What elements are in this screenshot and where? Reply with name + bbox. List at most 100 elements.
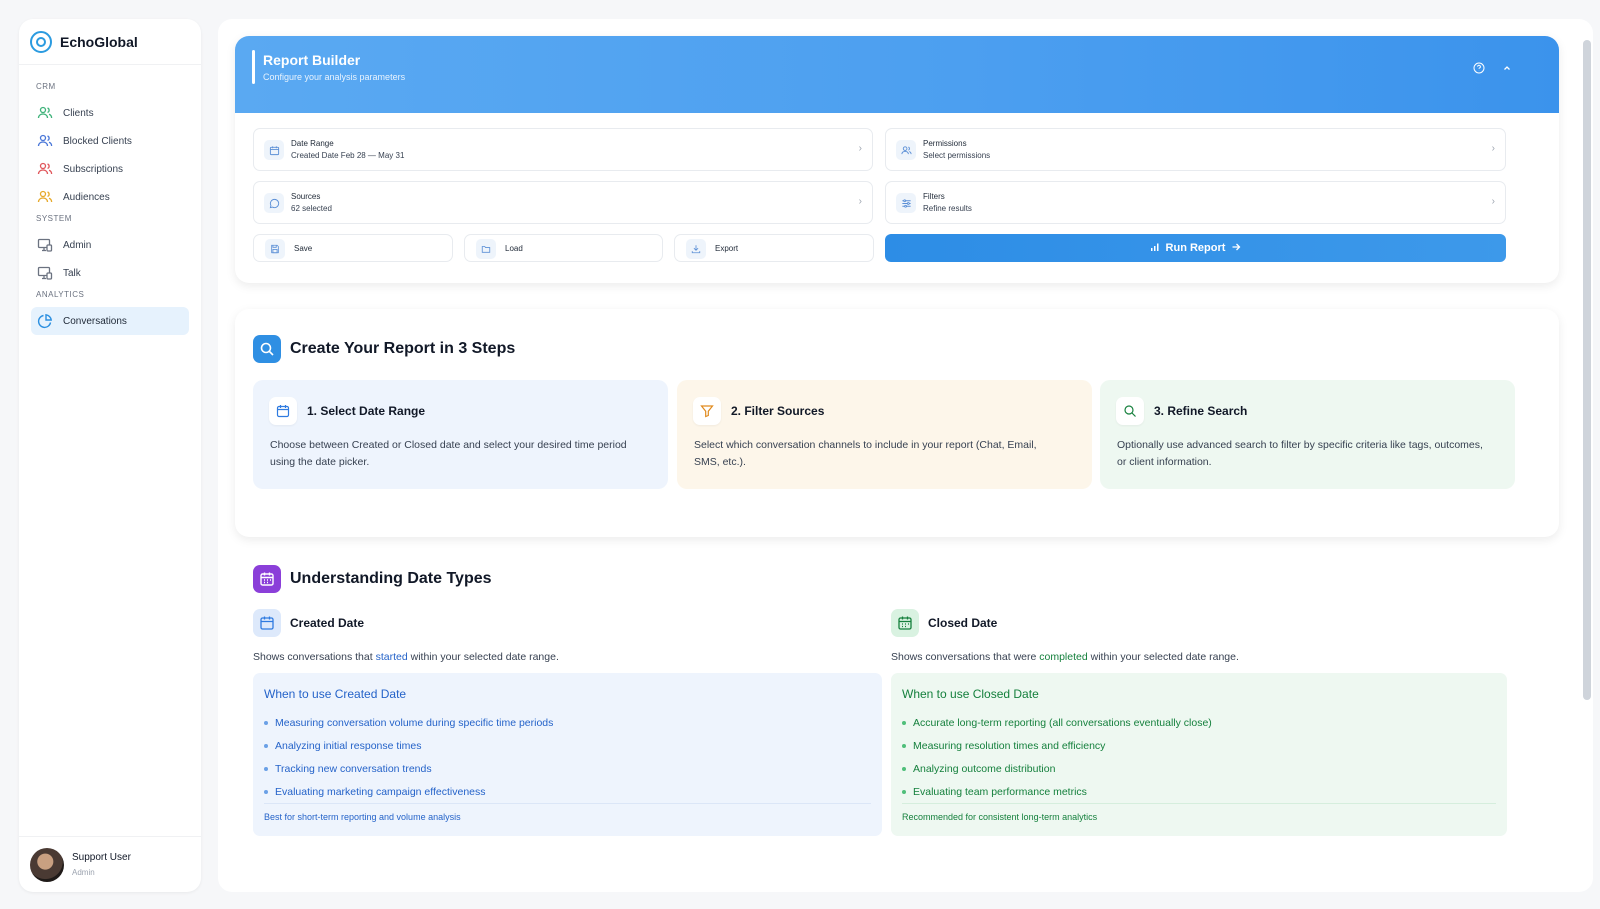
list-item-text: Evaluating team performance metrics: [913, 785, 1087, 798]
user-role: Admin: [72, 868, 95, 877]
closed-desc-prefix: Shows conversations that were: [891, 651, 1040, 663]
step-title: 1. Select Date Range: [307, 404, 426, 418]
sidebar-item-conversations[interactable]: Conversations: [31, 307, 189, 335]
run-report-label: Run Report: [1165, 242, 1226, 254]
save-label: Save: [294, 244, 313, 253]
load-button[interactable]: Load: [464, 234, 663, 262]
date-range-field[interactable]: Date Range Created Date Feb 28 — May 31 …: [253, 128, 873, 171]
user-profile[interactable]: Support User Admin: [19, 836, 201, 892]
calendar-icon: [269, 397, 297, 425]
step-description: Select which conversation channels to in…: [694, 439, 1037, 468]
date-range-value: Created Date Feb 28 — May 31: [291, 151, 405, 160]
created-date-usage-box: When to use Created Date Measuring conve…: [253, 673, 882, 836]
report-builder-title: Report Builder: [263, 52, 361, 68]
list-item: Evaluating team performance metrics: [902, 780, 1212, 803]
search-icon: [253, 335, 281, 363]
list-item-text: Accurate long-term reporting (all conver…: [913, 716, 1212, 729]
step-card-refine-search: 3. Refine Search Optionally use advanced…: [1100, 380, 1515, 489]
list-item: Measuring resolution times and efficienc…: [902, 734, 1212, 757]
sidebar-item-audiences[interactable]: Audiences: [31, 183, 189, 211]
list-item: Accurate long-term reporting (all conver…: [902, 711, 1212, 734]
closed-usage-footer: Recommended for consistent long-term ana…: [902, 812, 1098, 822]
sidebar-item-label: Audiences: [63, 191, 110, 203]
closed-desc-suffix: within your selected date range.: [1087, 651, 1239, 663]
list-item: Measuring conversation volume during spe…: [264, 711, 553, 734]
list-item-text: Tracking new conversation trends: [275, 762, 432, 775]
help-icon[interactable]: [1472, 61, 1486, 75]
sources-field[interactable]: Sources 62 selected ›: [253, 181, 873, 224]
closed-desc-keyword: completed: [1039, 651, 1088, 663]
step-title: 2. Filter Sources: [731, 404, 825, 418]
sidebar: EchoGlobal CRM Clients Blocked Clients S…: [19, 19, 201, 892]
sidebar-item-label: Admin: [63, 239, 92, 251]
nav-section-system: SYSTEM: [36, 214, 72, 223]
steps-title-text: Create Your Report in 3 Steps: [290, 340, 516, 357]
permissions-label: Permissions: [923, 139, 967, 148]
list-item-text: Analyzing initial response times: [275, 739, 422, 752]
permissions-field[interactable]: Permissions Select permissions ›: [885, 128, 1506, 171]
run-report-button[interactable]: Run Report: [885, 234, 1506, 262]
step-title: 3. Refine Search: [1154, 404, 1248, 418]
created-usage-list: Measuring conversation volume during spe…: [264, 711, 553, 803]
sidebar-item-label: Talk: [63, 267, 81, 279]
brand: EchoGlobal: [19, 19, 201, 65]
sidebar-item-admin[interactable]: Admin: [31, 231, 189, 259]
divider: [902, 803, 1496, 804]
brand-logo-icon: [30, 30, 52, 53]
calendar-icon: [253, 609, 281, 637]
closed-usage-title: When to use Closed Date: [902, 687, 1039, 701]
date-types-title-text: Understanding Date Types: [290, 570, 492, 587]
brand-name: EchoGlobal: [60, 33, 138, 50]
save-button[interactable]: Save: [253, 234, 453, 262]
sidebar-item-clients[interactable]: Clients: [31, 99, 189, 127]
created-desc-suffix: within your selected date range.: [407, 651, 559, 663]
filters-field[interactable]: Filters Refine results ›: [885, 181, 1506, 224]
chevron-right-icon: ›: [858, 143, 862, 154]
users-icon: [37, 105, 53, 121]
date-types-section-title: Understanding Date Types: [253, 565, 492, 593]
users-icon: [896, 140, 916, 160]
closed-date-description: Shows conversations that were completed …: [891, 651, 1239, 663]
audiences-icon: [37, 189, 53, 205]
filter-icon: [693, 397, 721, 425]
subscriptions-icon: [37, 161, 53, 177]
chevron-right-icon: ›: [858, 196, 862, 207]
created-desc-prefix: Shows conversations that: [253, 651, 376, 663]
list-item: Analyzing outcome distribution: [902, 757, 1212, 780]
download-icon: [686, 239, 706, 259]
sidebar-item-label: Conversations: [63, 315, 127, 327]
sliders-icon: [896, 193, 916, 213]
step-description: Optionally use advanced search to filter…: [1117, 439, 1483, 468]
created-date-heading: Created Date: [253, 609, 364, 637]
collapse-chevron-up-icon[interactable]: [1500, 61, 1514, 75]
report-builder-header: Report Builder Configure your analysis p…: [235, 36, 1559, 113]
vertical-scrollbar[interactable]: [1583, 40, 1591, 700]
sidebar-item-talk[interactable]: Talk: [31, 259, 189, 287]
sidebar-item-label: Subscriptions: [63, 163, 124, 175]
created-date-title: Created Date: [290, 616, 365, 630]
report-builder-subtitle: Configure your analysis parameters: [263, 72, 406, 82]
step-card-date-range: 1. Select Date Range Choose between Crea…: [253, 380, 668, 489]
filters-value: Refine results: [923, 204, 972, 213]
sources-label: Sources: [291, 192, 321, 201]
sidebar-item-blocked-clients[interactable]: Blocked Clients: [31, 127, 189, 155]
export-label: Export: [715, 244, 739, 253]
list-item-text: Analyzing outcome distribution: [913, 762, 1056, 775]
list-item-text: Measuring conversation volume during spe…: [275, 716, 554, 729]
export-button[interactable]: Export: [674, 234, 874, 262]
chevron-right-icon: ›: [1491, 196, 1495, 207]
step-card-filter-sources: 2. Filter Sources Select which conversat…: [677, 380, 1092, 489]
created-date-description: Shows conversations that started within …: [253, 651, 559, 663]
users-blocked-icon: [37, 133, 53, 149]
save-icon: [265, 239, 285, 259]
sidebar-item-label: Blocked Clients: [63, 135, 132, 147]
nav-section-crm: CRM: [36, 82, 56, 91]
monitor-talk-icon: [37, 265, 53, 281]
list-item: Evaluating marketing campaign effectiven…: [264, 780, 553, 803]
sidebar-item-subscriptions[interactable]: Subscriptions: [31, 155, 189, 183]
closed-date-usage-box: When to use Closed Date Accurate long-te…: [891, 673, 1507, 836]
list-item-text: Evaluating marketing campaign effectiven…: [275, 785, 486, 798]
search-icon: [1116, 397, 1144, 425]
calendar-icon: [253, 565, 281, 593]
calendar-check-icon: [891, 609, 919, 637]
